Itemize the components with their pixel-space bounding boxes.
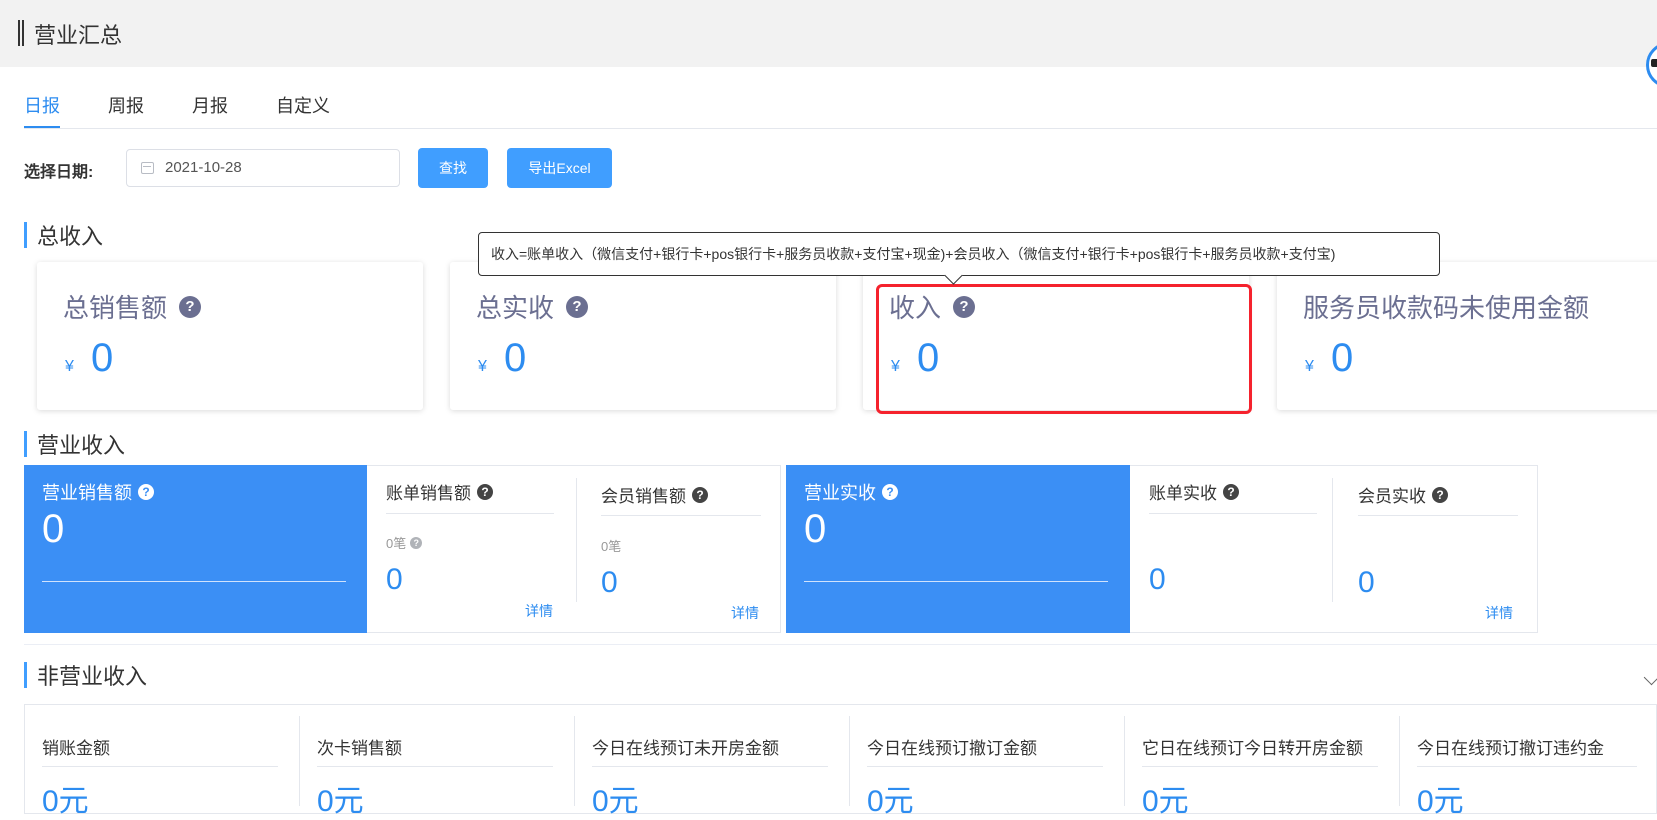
item-label: 它日在线预订今日转开房金额 [1142, 739, 1363, 758]
section-divider [24, 644, 1657, 645]
help-icon[interactable]: ? [477, 483, 493, 500]
title-bar-marker [18, 20, 24, 46]
card-total-received: 总实收? ¥ 0 [450, 262, 836, 410]
item-divider [1358, 515, 1518, 516]
item-value: 0元 [867, 785, 914, 818]
card-waiter-code-unused: 服务员收款码未使用金额 ¥ 0 [1277, 262, 1657, 410]
card-label: 总实收 [476, 293, 555, 323]
tab-monthly[interactable]: 月报 [192, 92, 228, 118]
item-value: 0 [1358, 566, 1375, 599]
item-label: 今日在线预订未开房金额 [592, 739, 779, 758]
currency-symbol: ¥ [478, 358, 487, 375]
item-divider [386, 513, 554, 514]
item-label: 今日在线预订撤订金额 [867, 739, 1037, 758]
help-icon[interactable]: ? [410, 536, 423, 549]
member-sales-item: 会员销售额? 0笔 0 详情 [583, 465, 779, 633]
income-tooltip: 收入=账单收入（微信支付+银行卡+pos银行卡+服务员收款+支付宝+现金)+会员… [478, 232, 1440, 276]
highlight-box [876, 284, 1252, 414]
card-value: 0 [504, 336, 527, 380]
card-total-sales: 总销售额? ¥ 0 [37, 262, 423, 410]
date-value: 2021-10-28 [165, 159, 242, 176]
business-sales-block: 营业销售额? 0 [24, 465, 367, 633]
details-link[interactable]: 详情 [731, 603, 759, 623]
item-divider [1142, 766, 1378, 767]
section-title-non-business-income: 非营业收入 [24, 659, 147, 691]
column-divider [1332, 478, 1333, 602]
business-received-block: 营业实收? 0 [786, 465, 1130, 633]
help-icon[interactable]: ? [138, 484, 154, 500]
page-title: 营业汇总 [34, 23, 123, 48]
help-icon[interactable]: ? [566, 295, 589, 318]
item-label: 会员实收 [1358, 487, 1426, 506]
bill-sales-item: 账单销售额? 0笔? 0 详情 [368, 465, 564, 633]
page-header: 营业汇总 [0, 0, 1657, 67]
item-divider [601, 515, 761, 516]
item-divider [1149, 513, 1317, 514]
date-picker-input[interactable]: 2021-10-28 [126, 149, 400, 187]
item-label: 次卡销售额 [317, 739, 402, 758]
block-divider [42, 581, 346, 582]
item-divider [867, 766, 1103, 767]
item-divider [1417, 766, 1637, 767]
date-label: 选择日期: [24, 164, 94, 181]
item-value: 0元 [1417, 785, 1464, 818]
block-divider [804, 581, 1108, 582]
item-divider [592, 766, 828, 767]
card-value: 0 [91, 336, 114, 380]
item-value: 0元 [42, 785, 89, 818]
tabs-divider [24, 128, 1657, 129]
item-label: 销账金额 [42, 739, 110, 758]
help-icon[interactable]: ? [692, 486, 708, 503]
item-value: 0元 [592, 785, 639, 818]
item-value: 0 [601, 566, 618, 599]
block-label: 营业实收 [804, 483, 876, 503]
column-divider [576, 478, 577, 602]
card-value: 0 [1331, 336, 1354, 380]
help-icon[interactable]: ? [1223, 483, 1239, 500]
item-label: 会员销售额 [601, 487, 686, 506]
item-value: 0元 [1142, 785, 1189, 818]
section-title-business-income: 营业收入 [24, 428, 125, 460]
item-value: 0 [386, 563, 403, 596]
block-value: 0 [42, 507, 65, 551]
item-label: 今日在线预订撤订违约金 [1417, 739, 1604, 758]
block-value: 0 [804, 507, 827, 551]
card-label: 总销售额 [63, 293, 168, 323]
section-title-total-income: 总收入 [24, 219, 103, 251]
calendar-icon [141, 162, 154, 174]
help-icon[interactable]: ? [179, 295, 202, 318]
item-count: 0笔 [386, 536, 407, 551]
item-label: 账单销售额 [386, 484, 471, 503]
item-label: 账单实收 [1149, 484, 1217, 503]
item-count: 0笔 [601, 539, 622, 554]
search-button[interactable]: 查找 [418, 148, 488, 188]
tab-custom[interactable]: 自定义 [276, 92, 330, 118]
chevron-down-icon[interactable] [1643, 669, 1657, 686]
details-link[interactable]: 详情 [525, 601, 553, 621]
item-divider [42, 766, 278, 767]
bill-received-item: 账单实收? 0 [1131, 465, 1327, 633]
tab-weekly[interactable]: 周报 [108, 92, 144, 118]
member-received-item: 会员实收? 0 详情 [1340, 465, 1536, 633]
item-value: 0元 [317, 785, 364, 818]
item-value: 0 [1149, 563, 1166, 596]
item-divider [317, 766, 553, 767]
card-label: 服务员收款码未使用金额 [1303, 293, 1590, 323]
help-icon[interactable]: ? [1432, 486, 1448, 503]
details-link[interactable]: 详情 [1485, 603, 1513, 623]
help-icon[interactable]: ? [882, 484, 898, 500]
currency-symbol: ¥ [65, 358, 74, 375]
tab-daily[interactable]: 日报 [24, 92, 60, 118]
currency-symbol: ¥ [1305, 358, 1314, 375]
export-excel-button[interactable]: 导出Excel [507, 148, 612, 188]
block-label: 营业销售额 [42, 483, 132, 503]
